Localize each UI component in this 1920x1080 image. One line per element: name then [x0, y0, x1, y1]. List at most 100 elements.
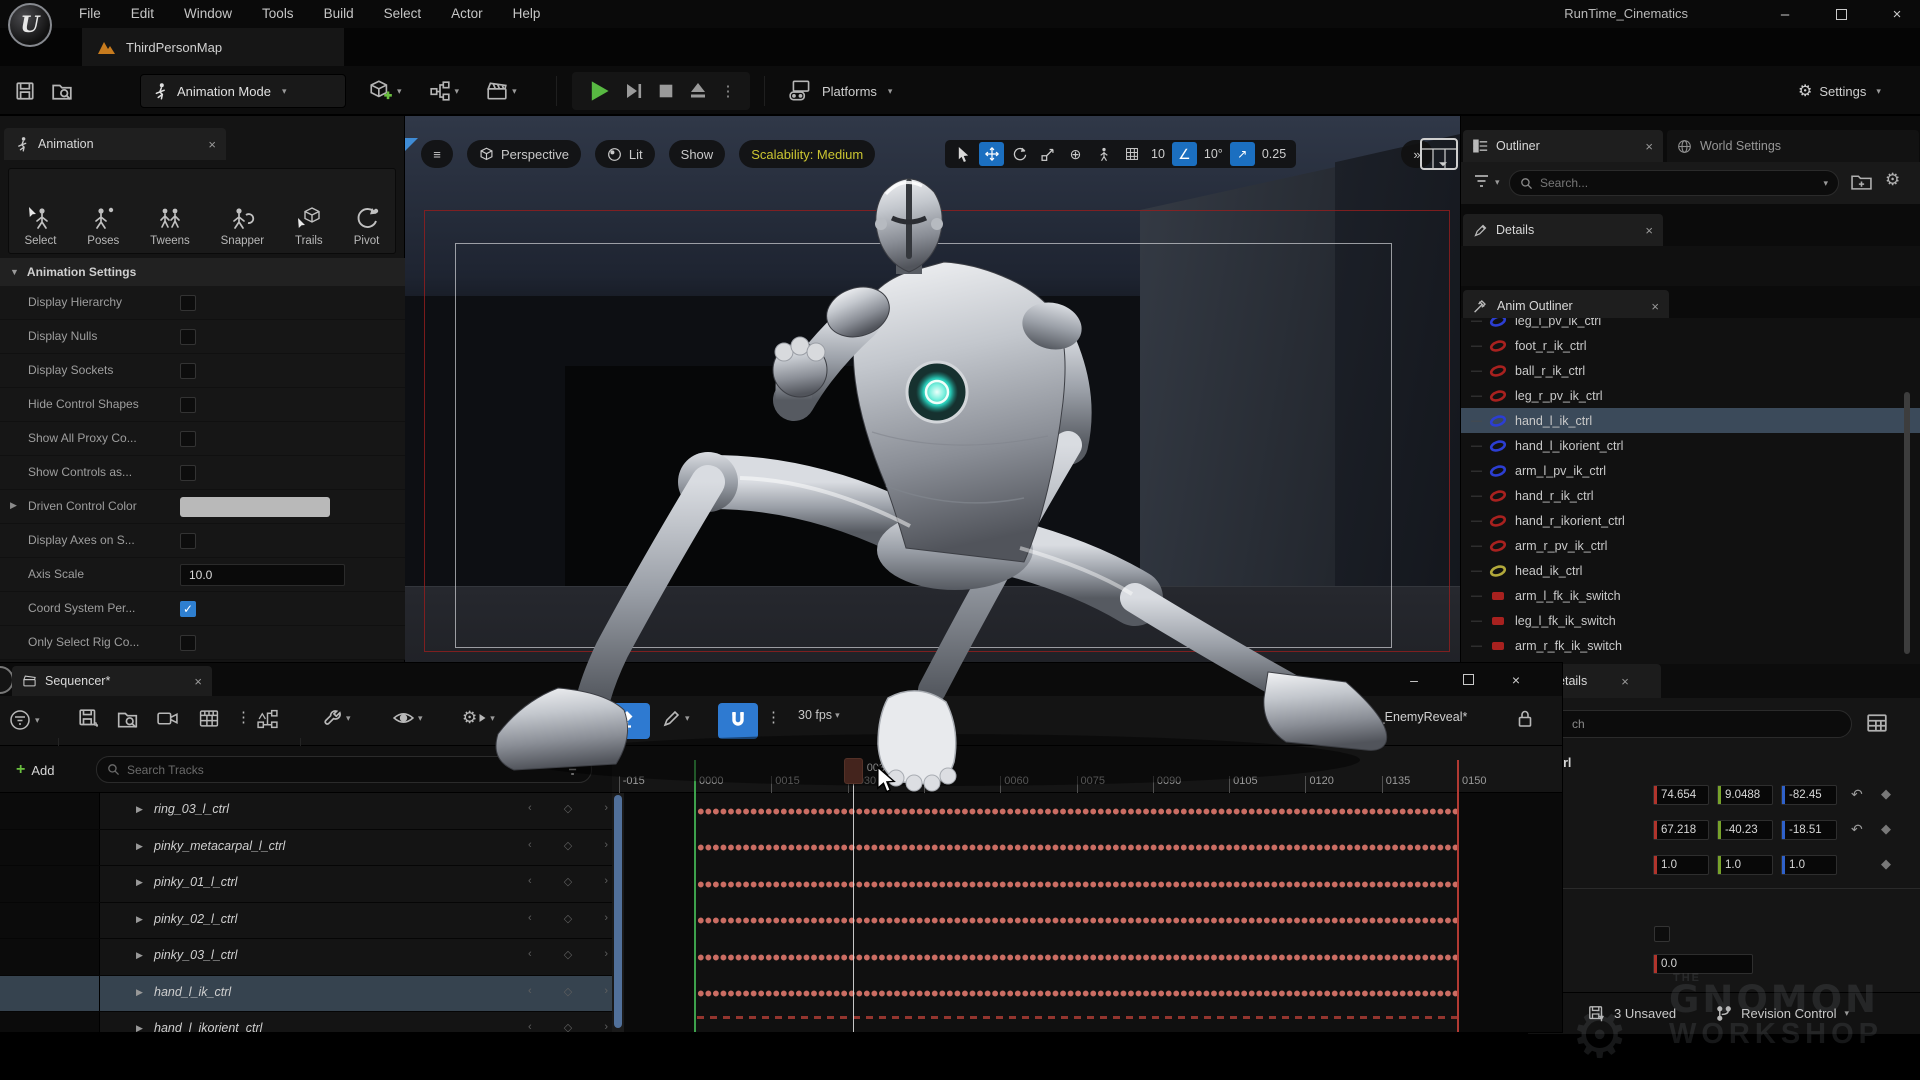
- details-view-options-icon[interactable]: [1866, 712, 1888, 734]
- sequencer-minimize-button[interactable]: –: [1396, 663, 1432, 696]
- expand-icon[interactable]: ▶: [136, 841, 143, 852]
- details-extra-field[interactable]: 0.0: [1653, 954, 1753, 974]
- tab-outliner[interactable]: Outliner ×: [1463, 130, 1663, 162]
- settings-button[interactable]: ⚙ Settings ▾: [1798, 74, 1881, 108]
- range-end-marker[interactable]: [1457, 760, 1459, 1032]
- track-filter-icon[interactable]: [565, 763, 581, 776]
- tool-pivot[interactable]: Pivot: [354, 205, 380, 247]
- sequence-name-label[interactable]: Q_EnemyReveal*: [1368, 710, 1467, 724]
- unreal-logo-icon[interactable]: U: [8, 3, 52, 47]
- details-search-input[interactable]: ch: [1535, 710, 1852, 738]
- tab-world-settings[interactable]: World Settings: [1667, 130, 1919, 162]
- tab-animation[interactable]: Animation ×: [4, 128, 226, 160]
- timeline-ruler[interactable]: -015000000150030004500600075009001050120…: [612, 746, 1562, 793]
- track-row[interactable]: ▶hand_l_ikorient_ctrl‹◇›: [0, 1012, 612, 1032]
- keyframe-dots[interactable]: [697, 989, 1457, 998]
- expand-icon[interactable]: ▶: [136, 987, 143, 998]
- outliner-settings-gear-icon[interactable]: ⚙: [1885, 170, 1900, 190]
- transform-field-x[interactable]: 67.218: [1653, 820, 1709, 840]
- mode-selector-button[interactable]: Animation Mode ▾: [140, 74, 346, 108]
- tab-details-top[interactable]: Details ×: [1463, 214, 1663, 246]
- curve-filter-icon[interactable]: ▾: [8, 708, 40, 732]
- menu-tools[interactable]: Tools: [247, 0, 309, 28]
- playback-options-icon[interactable]: ⚙▾: [462, 708, 495, 728]
- track-row[interactable]: ▶pinky_03_l_ctrl‹◇›: [0, 939, 612, 976]
- tool-trails[interactable]: Trails: [295, 205, 323, 247]
- restore-button[interactable]: [1818, 0, 1864, 28]
- transform-field-y[interactable]: 9.0488: [1717, 785, 1773, 805]
- setting-checkbox[interactable]: ✓: [180, 601, 196, 617]
- keyframe-nav[interactable]: ‹◇›: [528, 1021, 608, 1032]
- anim-outliner-item[interactable]: —arm_r_pv_ik_ctrl: [1461, 533, 1920, 558]
- expand-icon[interactable]: ▶: [136, 914, 143, 925]
- menu-build[interactable]: Build: [309, 0, 369, 28]
- keyframe-diamond-icon[interactable]: ◆: [1881, 821, 1891, 837]
- revert-icon[interactable]: ↶: [1851, 786, 1863, 803]
- anim-outliner-item[interactable]: —hand_l_ik_ctrl: [1461, 408, 1920, 433]
- cinematics-icon[interactable]: ▾: [485, 80, 517, 102]
- menu-edit[interactable]: Edit: [116, 0, 169, 28]
- setting-checkbox[interactable]: [180, 397, 196, 413]
- surface-snap-icon[interactable]: [1091, 142, 1116, 166]
- browse-sequence-icon[interactable]: [116, 708, 139, 730]
- fps-dropdown[interactable]: 30 fps▾: [798, 708, 840, 722]
- keyframe-nav[interactable]: ‹◇›: [528, 948, 608, 961]
- search-options-chevron-icon[interactable]: ▾: [1823, 178, 1828, 189]
- keyframe-diamond-icon[interactable]: ◆: [1881, 786, 1891, 802]
- close-icon[interactable]: ×: [1645, 139, 1653, 154]
- menu-actor[interactable]: Actor: [436, 0, 498, 28]
- camera-speed-widget[interactable]: [1419, 137, 1460, 177]
- scale-snap-value[interactable]: 0.25: [1258, 147, 1290, 161]
- keyframe-nav[interactable]: ‹◇›: [528, 802, 608, 815]
- anim-outliner-item[interactable]: —leg_r_pv_ik_ctrl: [1461, 383, 1920, 408]
- anim-outliner-item[interactable]: —leg_l_fk_ik_switch: [1461, 608, 1920, 633]
- edit-mode-pen-icon[interactable]: ▾: [662, 708, 690, 728]
- track-scrollbar-thumb[interactable]: [614, 795, 622, 1028]
- lit-button[interactable]: Lit: [595, 140, 655, 168]
- grid-snap-value[interactable]: 10: [1147, 147, 1169, 161]
- render-movie-icon[interactable]: [198, 708, 220, 729]
- track-row[interactable]: ▶pinky_02_l_ctrl‹◇›: [0, 903, 612, 940]
- transform-field-z[interactable]: -82.45: [1781, 785, 1837, 805]
- expand-icon[interactable]: ▶: [136, 804, 143, 815]
- transform-field-x[interactable]: 74.654: [1653, 785, 1709, 805]
- world-coords-icon[interactable]: ⊕: [1063, 142, 1088, 166]
- setting-checkbox[interactable]: [180, 635, 196, 651]
- keyframe-nav[interactable]: ‹◇›: [528, 875, 608, 888]
- tool-tweens[interactable]: Tweens: [150, 205, 190, 247]
- anim-outliner-item[interactable]: —head_ik_ctrl: [1461, 558, 1920, 583]
- revert-icon[interactable]: ↶: [1851, 821, 1863, 838]
- keyframe-nav[interactable]: ‹◇›: [528, 912, 608, 925]
- filter-chevron-icon[interactable]: ▾: [1495, 177, 1500, 188]
- save-sequence-icon[interactable]: [78, 708, 100, 730]
- tool-snapper[interactable]: Snapper: [221, 205, 264, 247]
- track-row[interactable]: ▶ring_03_l_ctrl‹◇›: [0, 793, 612, 830]
- scale-snap-icon[interactable]: ↗: [1230, 142, 1255, 166]
- setting-checkbox[interactable]: [180, 533, 196, 549]
- anim-outliner-item[interactable]: —arm_l_pv_ik_ctrl: [1461, 458, 1920, 483]
- viewport-menu-button[interactable]: ≡: [421, 140, 453, 168]
- camera-icon[interactable]: [156, 708, 179, 729]
- details-checkbox[interactable]: [1654, 926, 1670, 942]
- expand-icon[interactable]: ▶: [10, 500, 17, 511]
- transform-field-y[interactable]: -40.23: [1717, 820, 1773, 840]
- lock-icon[interactable]: [1516, 709, 1534, 728]
- keyframe-dots[interactable]: [697, 807, 1457, 816]
- create-folder-icon[interactable]: [1851, 172, 1872, 191]
- frame-skip-button[interactable]: [624, 81, 644, 101]
- setting-checkbox[interactable]: [180, 295, 196, 311]
- unsaved-count-label[interactable]: 3 Unsaved: [1614, 1006, 1676, 1021]
- sequencer-maximize-button[interactable]: [1450, 663, 1486, 696]
- blueprints-icon[interactable]: ▾: [428, 80, 460, 102]
- color-swatch[interactable]: [180, 497, 330, 517]
- anim-outliner-item[interactable]: —ball_r_ik_ctrl: [1461, 358, 1920, 383]
- menu-help[interactable]: Help: [498, 0, 556, 28]
- kebab-icon[interactable]: ⋮: [236, 708, 251, 726]
- close-icon[interactable]: ×: [194, 674, 202, 689]
- chevron-down-icon[interactable]: ▾: [1845, 1008, 1850, 1019]
- close-icon[interactable]: ×: [208, 137, 216, 152]
- menu-select[interactable]: Select: [369, 0, 437, 28]
- eject-button[interactable]: [688, 81, 708, 101]
- content-browser-icon[interactable]: [50, 80, 74, 102]
- keyframe-dots[interactable]: [697, 953, 1457, 962]
